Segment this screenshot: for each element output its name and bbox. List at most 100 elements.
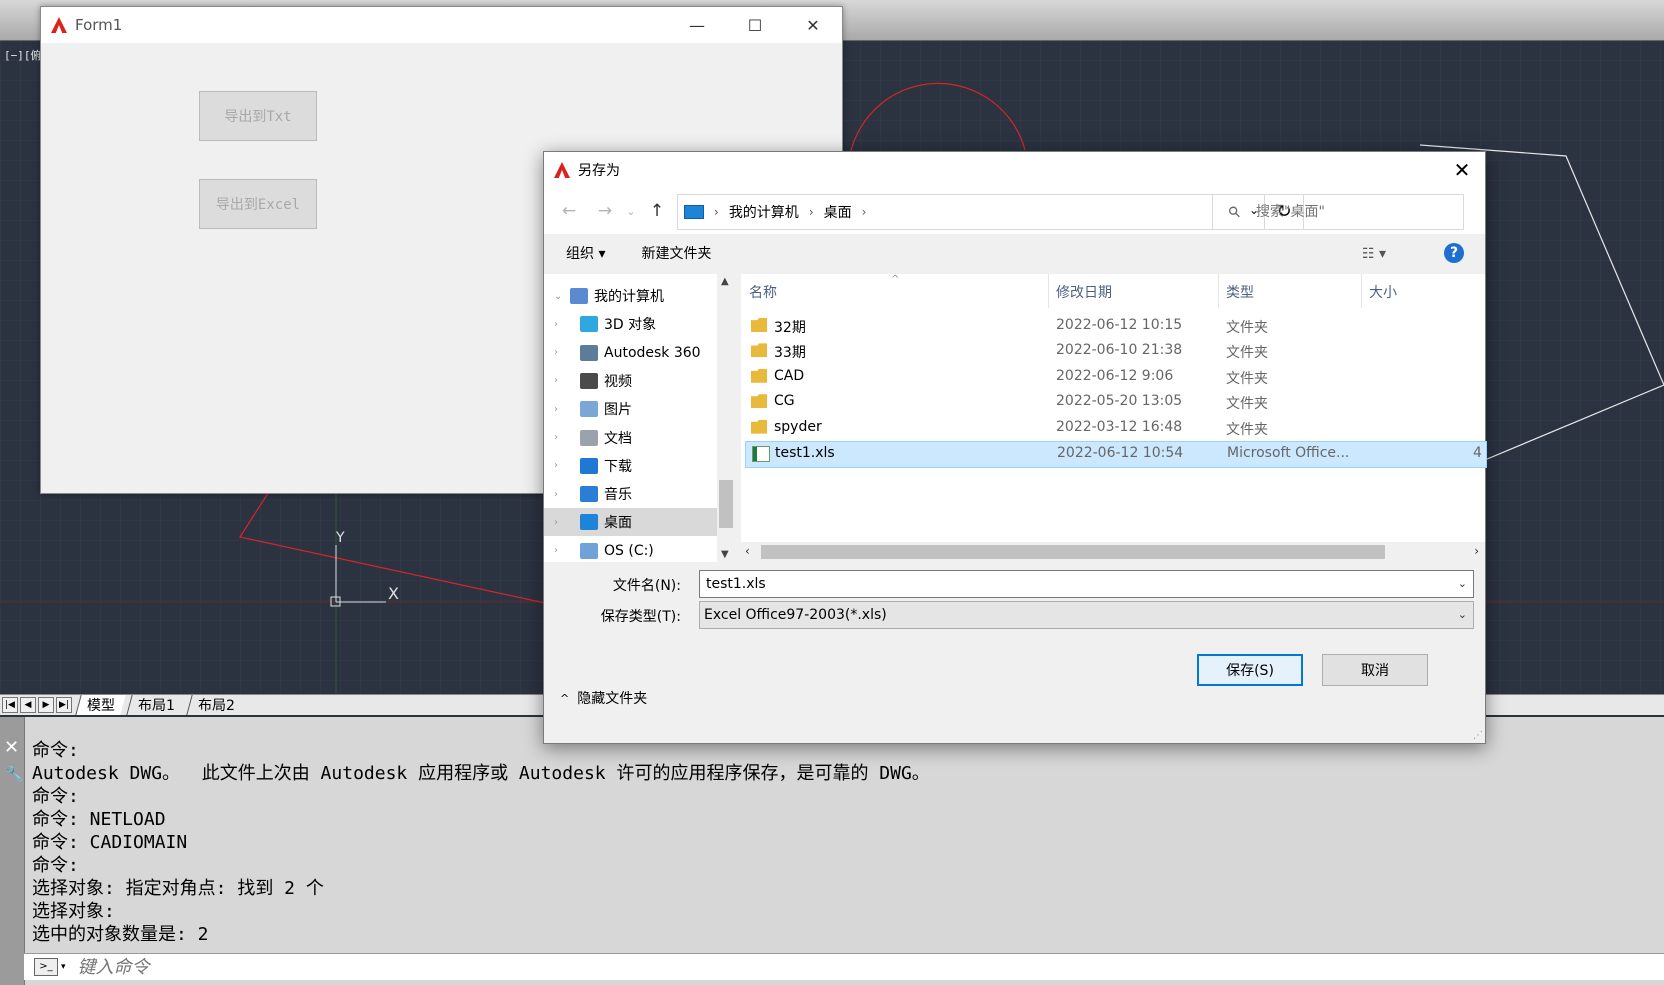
chevron-down-icon[interactable]: ⌄ [1458, 608, 1467, 621]
breadcrumb-my-computer[interactable]: 我的计算机 [729, 202, 799, 222]
tree-item-autodesk-360[interactable]: › Autodesk 360 [544, 339, 717, 367]
command-history-line: 命令: [32, 786, 79, 807]
recent-locations-chevron-icon[interactable]: ⌄ [618, 205, 644, 218]
close-icon[interactable]: ✕ [4, 737, 19, 758]
file-date: 2022-06-12 10:54 [1057, 445, 1184, 461]
view-options-icon[interactable]: ☷ ▾ [1362, 246, 1386, 262]
dialog-command-bar: 组织 ▾ 新建文件夹 ☷ ▾ ? [544, 234, 1485, 272]
chevron-right-icon[interactable]: › [554, 460, 566, 471]
new-folder-button[interactable]: 新建文件夹 [641, 243, 711, 263]
column-type[interactable]: 类型 [1226, 282, 1254, 302]
column-date[interactable]: 修改日期 [1056, 282, 1112, 302]
column-name[interactable]: 名称 [749, 282, 777, 302]
save-as-titlebar[interactable]: 另存为 ✕ [544, 152, 1485, 188]
filetype-label: 保存类型(T): [600, 609, 681, 625]
form1-titlebar[interactable]: Form1 — ☐ ✕ [41, 7, 842, 43]
hide-folders-toggle[interactable]: ^ 隐藏文件夹 [560, 688, 647, 708]
help-icon[interactable]: ? [1444, 243, 1464, 263]
forward-arrow-icon[interactable]: → [592, 201, 618, 221]
scrollbar-thumb[interactable] [761, 545, 1385, 559]
filename-input[interactable] [704, 571, 1448, 597]
file-row[interactable]: test1.xls 2022-06-12 10:54 Microsoft Offic… [745, 441, 1487, 468]
breadcrumb-separator-icon[interactable]: › [809, 205, 814, 219]
folder-icon [751, 343, 767, 358]
vertical-scrollbar[interactable]: ▲ ▼ [717, 274, 735, 562]
up-arrow-icon[interactable]: ↑ [644, 201, 670, 221]
horizontal-scrollbar[interactable]: ‹ › [741, 542, 1485, 562]
last-layout-button[interactable]: ▶| [56, 697, 72, 713]
scroll-up-icon[interactable]: ▲ [721, 276, 729, 287]
file-row[interactable]: CG 2022-05-20 13:05 文件夹 [745, 390, 1485, 415]
file-row[interactable]: CAD 2022-06-12 9:06 文件夹 [745, 365, 1485, 390]
breadcrumb-desktop[interactable]: 桌面 [824, 202, 852, 222]
back-arrow-icon[interactable]: ← [556, 201, 582, 221]
tree-item-drive[interactable]: › OS (C:) [544, 537, 717, 565]
file-row[interactable]: 32期 2022-06-12 10:15 文件夹 [745, 314, 1485, 339]
tree-item-computer[interactable]: ⌄ 我的计算机 [544, 282, 717, 310]
chevron-right-icon[interactable]: › [554, 347, 566, 358]
chevron-right-icon[interactable]: › [554, 375, 566, 386]
chevron-right-icon[interactable]: › [554, 517, 566, 528]
tree-item-label: 文档 [604, 430, 632, 447]
export-excel-button[interactable]: 导出到Excel [199, 179, 317, 229]
command-input[interactable] [75, 955, 980, 979]
tree-item-3d-objects[interactable]: › 3D 对象 [544, 310, 717, 338]
close-icon[interactable]: ✕ [1439, 158, 1485, 182]
filetype-row: 保存类型(T): Excel Office97-2003(*.xls) ⌄ [544, 601, 1485, 629]
resize-grip-icon[interactable]: ⋰ [1473, 730, 1483, 741]
tree-item-downloads[interactable]: › 下载 [544, 452, 717, 480]
chevron-right-icon[interactable]: › [554, 545, 566, 556]
tree-item-pictures[interactable]: › 图片 [544, 395, 717, 423]
organize-menu[interactable]: 组织 ▾ [566, 243, 605, 263]
chevron-down-icon[interactable]: ▾ [61, 962, 66, 972]
tab-model[interactable]: 模型 [75, 695, 126, 715]
chevron-down-icon[interactable]: ⌄ [554, 291, 566, 302]
scrollbar-thumb[interactable] [719, 480, 733, 528]
maximize-icon[interactable]: ☐ [726, 16, 784, 35]
first-layout-button[interactable]: |◀ [2, 697, 18, 713]
video-icon [580, 372, 598, 389]
filetype-select[interactable]: Excel Office97-2003(*.xls) ⌄ [699, 601, 1474, 629]
cancel-button[interactable]: 取消 [1322, 654, 1428, 686]
hide-folders-label: 隐藏文件夹 [577, 691, 648, 707]
file-row[interactable]: 33期 2022-06-10 21:38 文件夹 [745, 339, 1485, 364]
column-size[interactable]: 大小 [1369, 282, 1397, 302]
tree-item-desktop[interactable]: › 桌面 [544, 508, 717, 537]
breadcrumb-separator-icon[interactable]: › [862, 205, 867, 219]
close-icon[interactable]: ✕ [784, 16, 842, 35]
file-row[interactable]: spyder 2022-03-12 16:48 文件夹 [745, 416, 1485, 441]
chevron-right-icon[interactable]: › [554, 489, 566, 500]
scroll-left-icon[interactable]: ‹ [745, 544, 750, 558]
ucs-y-label: Y [336, 530, 345, 546]
minimize-icon[interactable]: — [668, 16, 726, 35]
tree-item-music[interactable]: › 音乐 [544, 480, 717, 508]
tree-item-label: 图片 [604, 402, 632, 419]
chevron-right-icon[interactable]: › [554, 319, 566, 330]
tab-layout1[interactable]: 布局1 [126, 695, 186, 715]
search-input[interactable] [1254, 203, 1448, 221]
computer-icon [684, 205, 704, 219]
filename-row: 文件名(N): ⌄ [544, 570, 1485, 598]
chevron-down-icon[interactable]: ⌄ [1458, 577, 1467, 590]
command-history-line: Autodesk DWG。 此文件上次由 Autodesk 应用程序或 Auto… [32, 763, 930, 784]
wrench-icon[interactable]: 🔧 [5, 765, 24, 783]
breadcrumb-separator-icon[interactable]: › [714, 205, 719, 219]
export-txt-button[interactable]: 导出到Txt [199, 91, 317, 141]
command-prompt-icon[interactable]: >_ [34, 958, 58, 976]
save-button[interactable]: 保存(S) [1197, 654, 1303, 686]
address-bar[interactable]: › 我的计算机 › 桌面 › ⌄ ↻ [677, 194, 1304, 230]
tree-item-video[interactable]: › 视频 [544, 367, 717, 395]
tab-layout2[interactable]: 布局2 [186, 695, 246, 715]
chevron-right-icon[interactable]: › [554, 404, 566, 415]
next-layout-button[interactable]: ▶ [38, 697, 54, 713]
computer-icon [570, 288, 588, 304]
scroll-down-icon[interactable]: ▼ [721, 549, 729, 560]
command-history: 命令: Autodesk DWG。 此文件上次由 Autodesk 应用程序或 A… [32, 739, 930, 946]
scroll-right-icon[interactable]: › [1474, 544, 1479, 558]
filename-combobox[interactable]: ⌄ [699, 570, 1474, 598]
chevron-right-icon[interactable]: › [554, 432, 566, 443]
navigation-bar: ← → ⌄ ↑ › 我的计算机 › 桌面 › ⌄ ↻ ⚲ [544, 188, 1485, 234]
tree-item-documents[interactable]: › 文档 [544, 424, 717, 452]
file-list-header: 名称 ^ 修改日期 类型 大小 [741, 274, 1485, 308]
prev-layout-button[interactable]: ◀ [20, 697, 36, 713]
